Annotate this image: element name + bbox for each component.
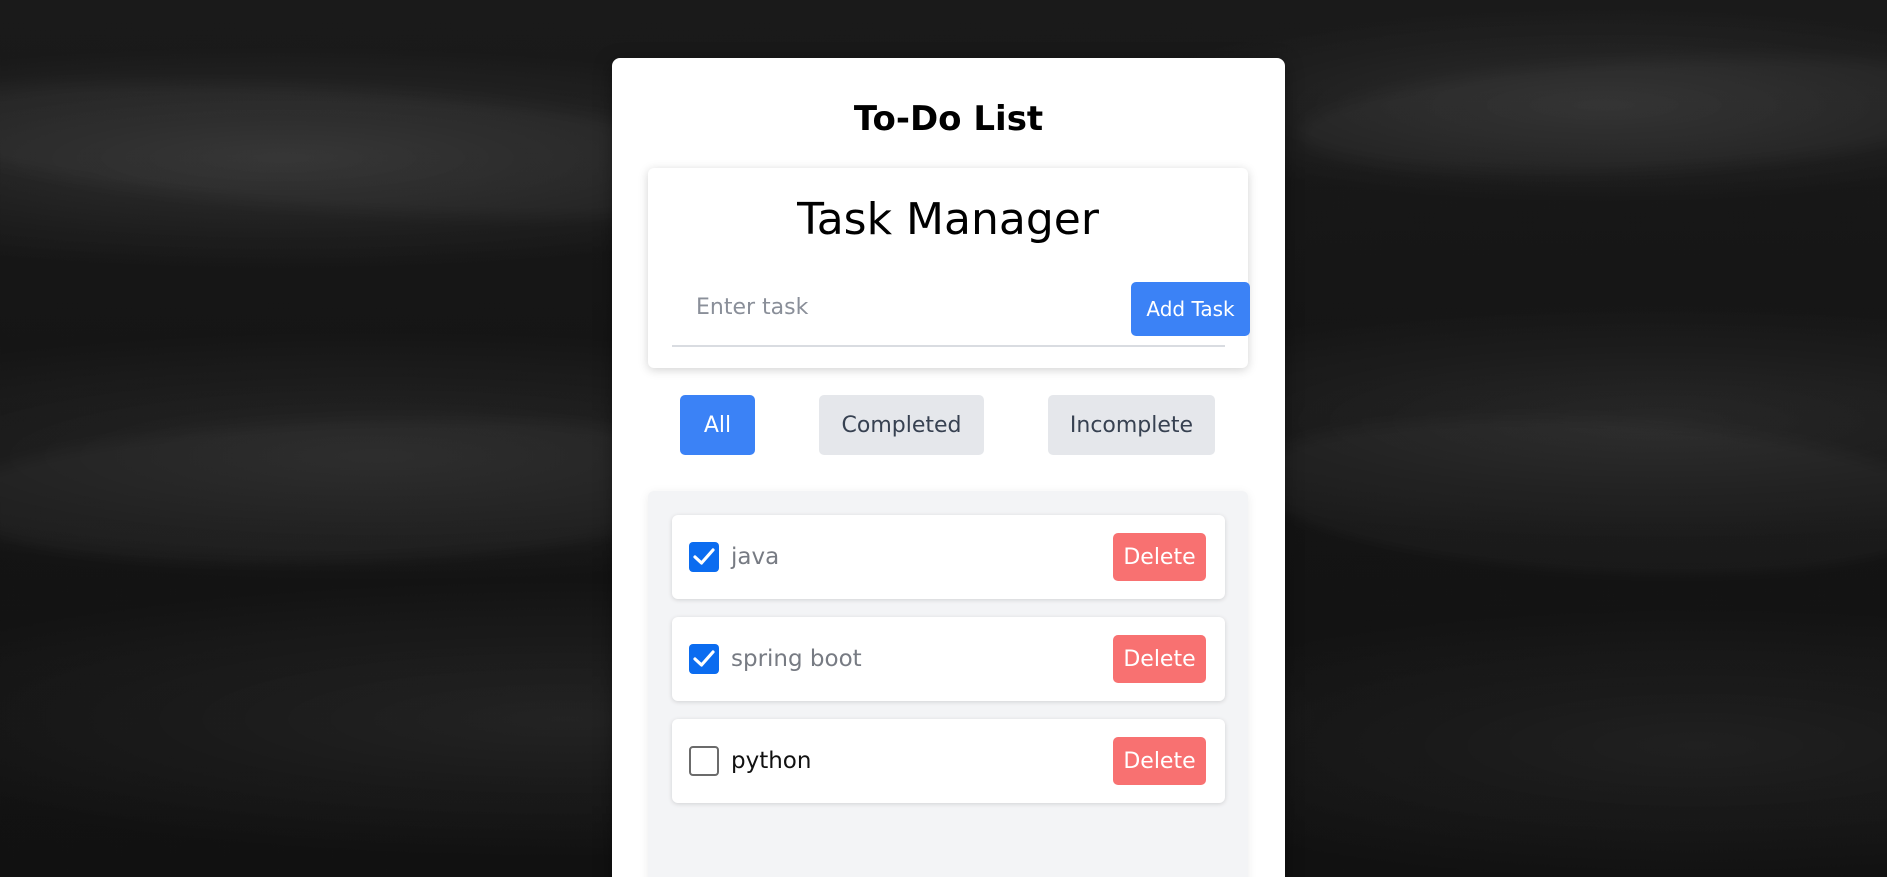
add-task-button[interactable]: Add Task: [1131, 282, 1250, 336]
task-manager-panel: Task Manager Add Task: [648, 168, 1250, 368]
filter-completed-button[interactable]: Completed: [819, 395, 984, 455]
input-underline: [672, 345, 1225, 347]
task-input[interactable]: [672, 282, 1092, 332]
background-ridge: [1247, 402, 1887, 588]
filter-all-button[interactable]: All: [680, 395, 755, 455]
task-checkbox[interactable]: [689, 542, 719, 572]
task-item: java Delete: [672, 515, 1225, 599]
task-label: python: [731, 748, 812, 774]
background-ridge: [1298, 42, 1887, 188]
task-label: java: [731, 544, 780, 570]
task-manager-heading-wrap: Task Manager: [648, 192, 1248, 248]
filter-incomplete-button[interactable]: Incomplete: [1048, 395, 1215, 455]
checkmark-icon: [693, 650, 715, 667]
task-list: java Delete spring boot Delete python De…: [648, 491, 1248, 877]
task-item: python Delete: [672, 719, 1225, 803]
delete-task-button[interactable]: Delete: [1113, 533, 1206, 581]
todo-card: To-Do List Task Manager Add Task All Com…: [612, 58, 1285, 877]
task-item: spring boot Delete: [672, 617, 1225, 701]
task-manager-heading: Task Manager: [797, 194, 1099, 245]
delete-task-button[interactable]: Delete: [1113, 635, 1206, 683]
delete-task-button[interactable]: Delete: [1113, 737, 1206, 785]
task-checkbox[interactable]: [689, 746, 719, 776]
app-title: To-Do List: [853, 99, 1044, 139]
task-checkbox[interactable]: [689, 644, 719, 674]
task-label: spring boot: [731, 646, 862, 672]
checkmark-icon: [693, 548, 715, 565]
